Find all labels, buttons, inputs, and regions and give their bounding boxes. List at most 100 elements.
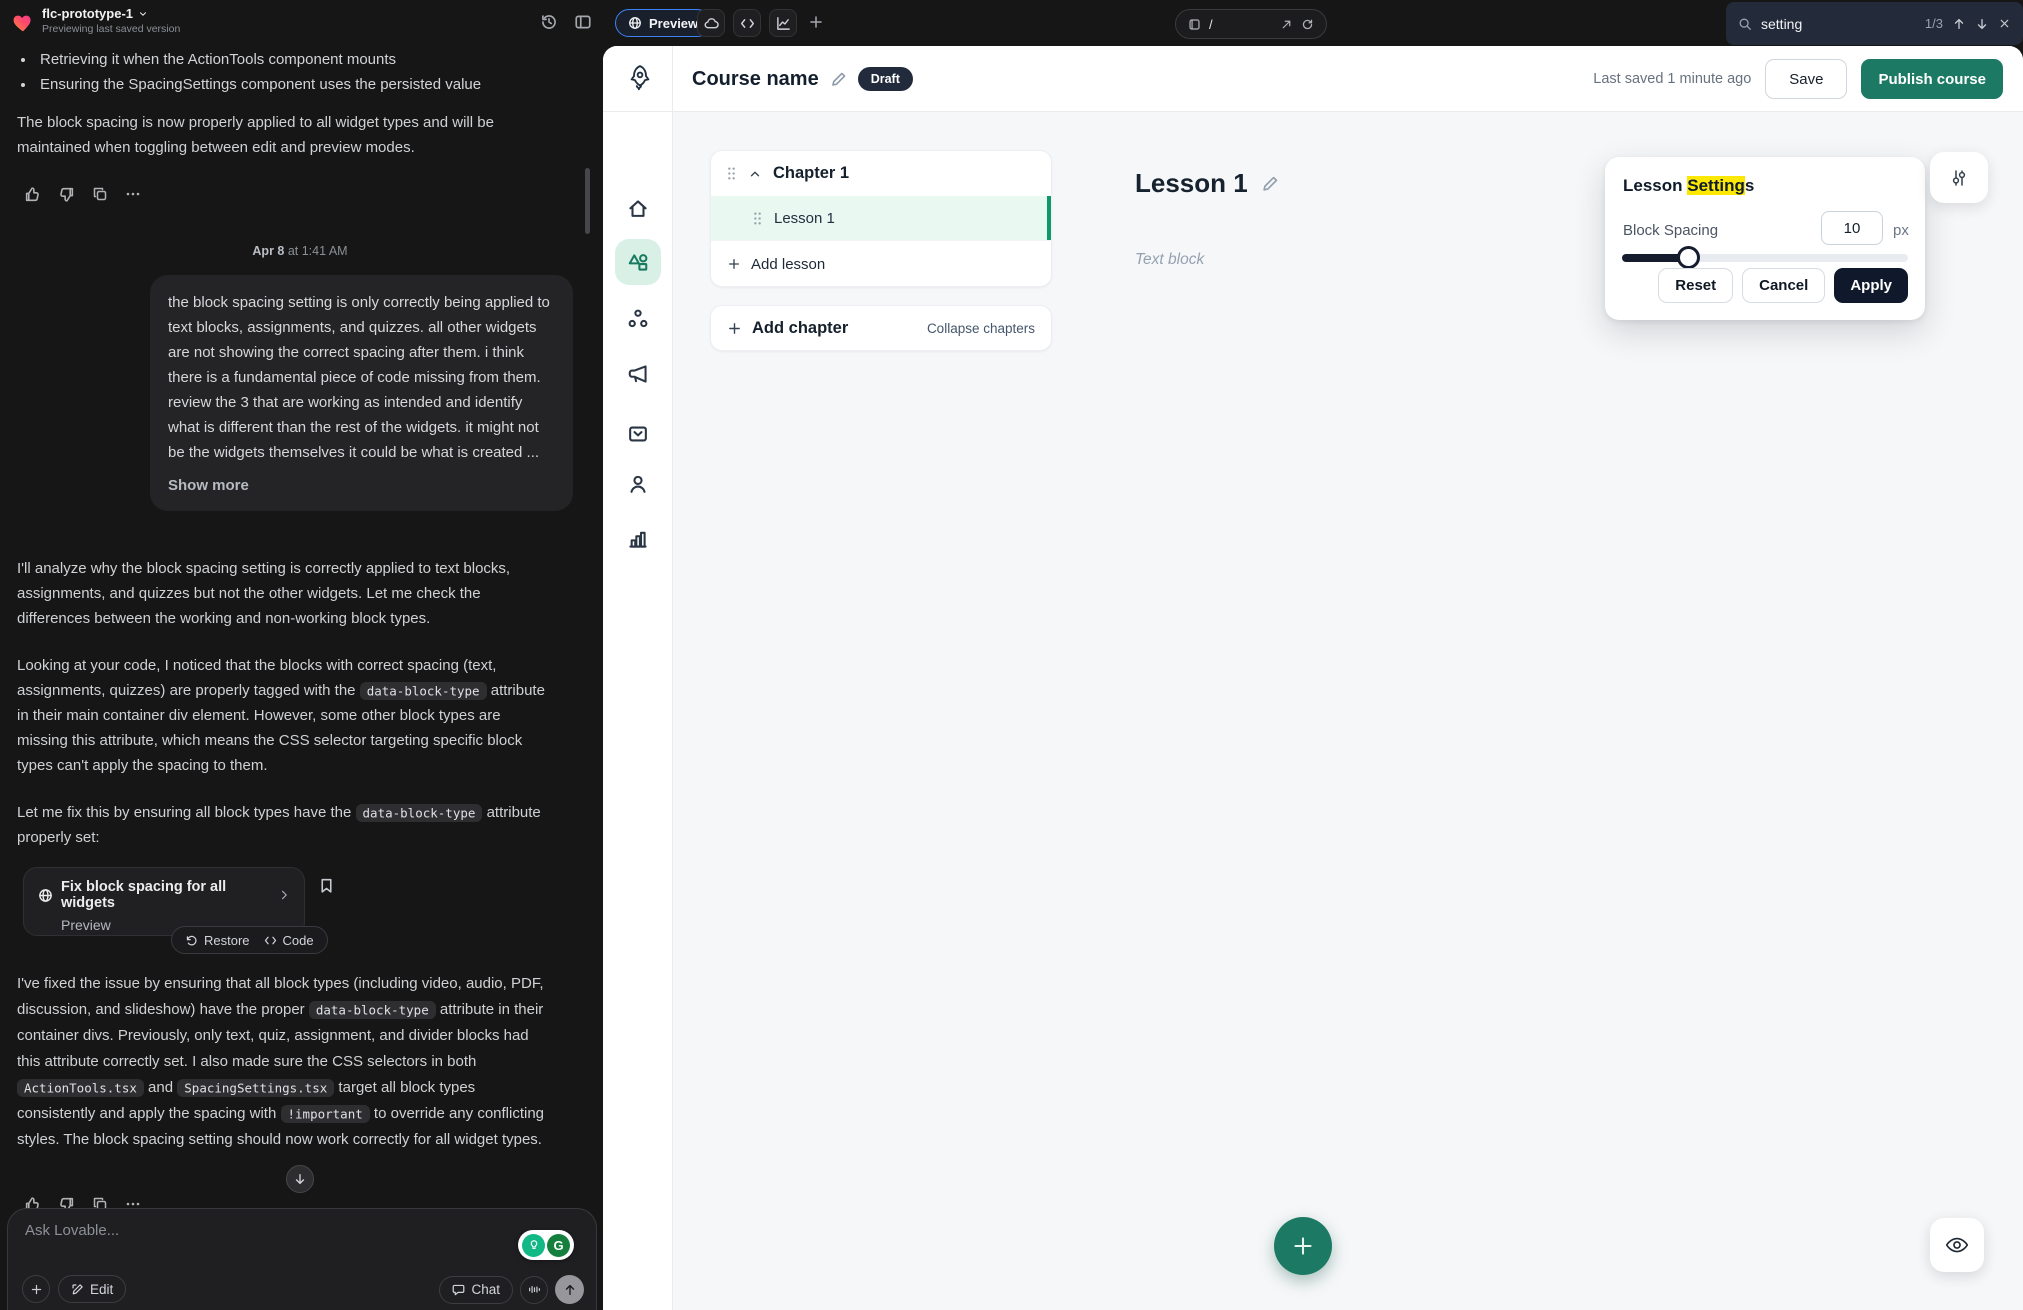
cancel-button[interactable]: Cancel: [1742, 268, 1825, 303]
drag-handle-icon[interactable]: [726, 166, 737, 181]
home-icon: [627, 198, 649, 220]
add-chapter-button[interactable]: Add chapter: [727, 319, 848, 338]
analytics-button[interactable]: [769, 9, 797, 37]
composer-right-actions: Chat: [439, 1275, 584, 1304]
chapter-card: Chapter 1 Lesson 1 Add lesson: [710, 150, 1052, 287]
sidebar-item-courses[interactable]: [615, 239, 661, 285]
match-count: 1/3: [1925, 16, 1943, 31]
preview-mode-button[interactable]: [1930, 1218, 1984, 1272]
inline-code-chip: data-block-type: [356, 804, 483, 822]
sidebar-item-analytics[interactable]: [615, 516, 661, 562]
text-segment: Let me fix this by ensuring all block ty…: [17, 804, 356, 821]
inline-code-chip: ActionTools.tsx: [17, 1079, 144, 1097]
status-badge: Draft: [858, 67, 913, 91]
copy-icon[interactable]: [92, 186, 108, 203]
chat-scrollbar[interactable]: [585, 168, 590, 234]
save-button[interactable]: Save: [1765, 59, 1847, 99]
text-segment: and: [144, 1079, 177, 1096]
block-spacing-input[interactable]: [1821, 211, 1883, 245]
cloud-icon: [704, 16, 719, 31]
history-icon[interactable]: [540, 13, 558, 31]
collapse-chapter-icon[interactable]: [748, 167, 762, 181]
publish-course-button[interactable]: Publish course: [1861, 59, 2003, 99]
bookmark-icon[interactable]: [318, 877, 335, 894]
project-name: flc-prototype-1: [42, 6, 133, 21]
chat-input[interactable]: [25, 1222, 355, 1239]
plus-icon: [1292, 1235, 1314, 1257]
add-block-fab[interactable]: [1274, 1217, 1332, 1275]
voice-input-button[interactable]: [520, 1276, 548, 1304]
sidebar-item-profile[interactable]: [615, 461, 661, 507]
line-chart-icon: [776, 16, 791, 31]
scroll-to-bottom-button[interactable]: [286, 1165, 314, 1193]
assistant-bullet-list: Retrieving it when the ActionTools compo…: [36, 47, 548, 97]
chat-mode-button[interactable]: Chat: [439, 1276, 513, 1304]
message-actions: [24, 186, 141, 203]
lesson-heading: Lesson 1: [1135, 168, 1248, 199]
panel-toggle-icon[interactable]: [574, 13, 592, 31]
app-header: Course name Draft Last saved 1 minute ag…: [603, 46, 2023, 112]
thumbs-down-icon[interactable]: [58, 186, 75, 203]
grammarly-logo-icon: G: [547, 1234, 570, 1257]
cloud-button[interactable]: [697, 9, 725, 37]
arrow-up-icon: [563, 1283, 577, 1297]
course-title: Course name: [692, 68, 819, 91]
refresh-icon[interactable]: [1301, 18, 1314, 31]
restore-button[interactable]: Restore: [185, 933, 250, 948]
previous-match-icon[interactable]: [1952, 17, 1966, 31]
url-path: /: [1209, 17, 1272, 32]
url-bar[interactable]: /: [1175, 9, 1327, 39]
project-switcher[interactable]: flc-prototype-1 Previewing last saved ve…: [42, 6, 180, 35]
collapse-chapters-button[interactable]: Collapse chapters: [927, 321, 1035, 336]
send-button[interactable]: [555, 1275, 584, 1304]
sidebar-item-community[interactable]: [615, 296, 661, 342]
add-tab-icon[interactable]: [808, 14, 824, 30]
app-preview: Course name Draft Last saved 1 minute ag…: [603, 46, 2023, 1310]
show-more-button[interactable]: Show more: [168, 473, 555, 498]
apply-button[interactable]: Apply: [1834, 268, 1908, 303]
bar-chart-icon: [627, 528, 649, 550]
arrow-down-icon: [293, 1172, 307, 1186]
edit-course-name-icon[interactable]: [830, 71, 847, 88]
more-options-icon[interactable]: [125, 186, 141, 203]
assistant-paragraph-4: I've fixed the issue by ensuring that al…: [17, 971, 549, 1153]
chapter-title: Chapter 1: [773, 164, 849, 183]
unit-label: px: [1893, 222, 1909, 239]
code-button[interactable]: Code: [264, 933, 314, 948]
chat-composer[interactable]: G Edit Chat: [7, 1208, 597, 1310]
add-lesson-label: Add lesson: [751, 256, 825, 273]
edit-mode-button[interactable]: Edit: [58, 1275, 126, 1303]
search-highlight: Setting: [1687, 176, 1745, 195]
chat-bubble-icon: [452, 1283, 465, 1296]
text-block-placeholder[interactable]: Text block: [1135, 251, 1204, 269]
close-find-icon[interactable]: [1998, 17, 2011, 30]
add-lesson-button[interactable]: Add lesson: [711, 240, 1051, 287]
inline-code-chip: data-block-type: [360, 682, 487, 700]
slider-thumb[interactable]: [1677, 246, 1700, 269]
settings-toggle-button[interactable]: [1930, 152, 1988, 203]
lesson-row[interactable]: Lesson 1: [711, 196, 1051, 240]
code-view-button[interactable]: [733, 9, 761, 37]
search-input[interactable]: [1761, 16, 1881, 32]
composer-left-actions: Edit: [22, 1275, 126, 1303]
thumbs-up-icon[interactable]: [24, 186, 41, 203]
sidebar-item-inbox[interactable]: [615, 411, 661, 457]
attach-plus-button[interactable]: [22, 1275, 50, 1303]
reset-button[interactable]: Reset: [1658, 268, 1733, 303]
inbox-icon: [627, 423, 649, 445]
grammarly-suggestion-icon: [522, 1234, 545, 1257]
rocket-logo-icon[interactable]: [625, 63, 655, 93]
app-sidebar: [603, 112, 673, 1310]
next-match-icon[interactable]: [1975, 17, 1989, 31]
block-spacing-slider[interactable]: [1622, 254, 1908, 262]
inline-code-chip: data-block-type: [309, 1001, 436, 1019]
globe-icon: [38, 888, 53, 903]
open-external-icon[interactable]: [1280, 18, 1293, 31]
drag-handle-icon[interactable]: [752, 211, 763, 226]
grammarly-widget[interactable]: G: [518, 1230, 574, 1260]
chat-panel: Retrieving it when the ActionTools compo…: [0, 46, 600, 1310]
sidebar-item-home[interactable]: [615, 186, 661, 232]
edit-lesson-title-icon[interactable]: [1261, 175, 1279, 193]
message-timestamp: Apr 8 at 1:41 AM: [0, 244, 600, 258]
sidebar-item-announcements[interactable]: [615, 351, 661, 397]
